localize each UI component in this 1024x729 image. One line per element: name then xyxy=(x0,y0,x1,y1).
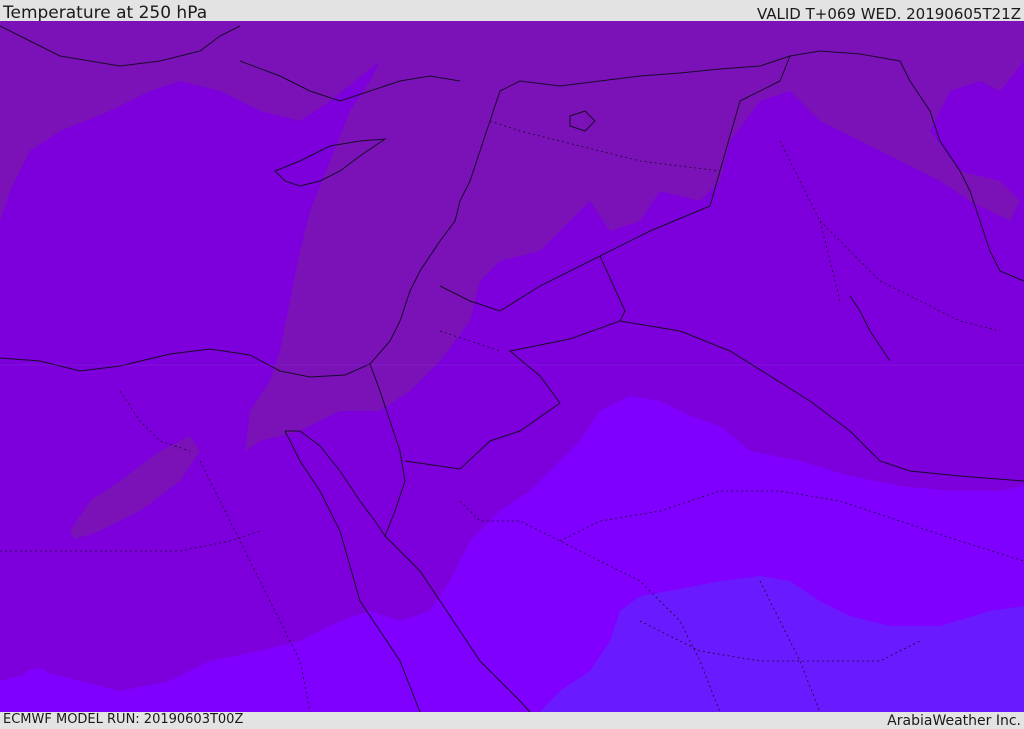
model-run-label: ECMWF MODEL RUN: 20190603T00Z xyxy=(3,712,244,727)
footer-bar: ECMWF MODEL RUN: 20190603T00Z ArabiaWeat… xyxy=(0,712,1024,729)
map-title: Temperature at 250 hPa xyxy=(3,3,208,23)
map-area xyxy=(0,21,1024,712)
credit-label: ArabiaWeather Inc. xyxy=(887,713,1021,729)
map-svg xyxy=(0,21,1024,712)
header-bar: Temperature at 250 hPa VALID T+069 WED. … xyxy=(0,0,1024,23)
weather-map-frame: Temperature at 250 hPa VALID T+069 WED. … xyxy=(0,0,1024,729)
